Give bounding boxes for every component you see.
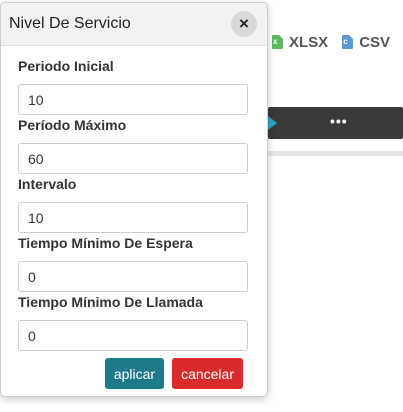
cancel-button[interactable]: cancelar: [172, 358, 243, 389]
page: x XLSX c CSV ••• Nivel De Servicio × Per…: [0, 0, 403, 412]
field-tiempo-minimo-llamada: Tiempo Mínimo De Llamada: [18, 294, 248, 351]
intervalo-label: Intervalo: [18, 176, 77, 192]
dialog-actions: aplicar cancelar: [104, 358, 243, 389]
csv-file-icon: c: [342, 35, 354, 49]
dialog-header: Nivel De Servicio ×: [1, 3, 267, 46]
periodo-maximo-label: Período Máximo: [18, 117, 127, 133]
export-csv-label: CSV: [359, 33, 391, 51]
close-button[interactable]: ×: [231, 11, 257, 37]
periodo-maximo-input[interactable]: [18, 143, 248, 174]
field-periodo-maximo: Período Máximo: [18, 117, 248, 174]
xlsx-file-icon: x: [272, 35, 283, 49]
field-tiempo-minimo-espera: Tiempo Mínimo De Espera: [18, 235, 248, 292]
intervalo-input[interactable]: [18, 202, 248, 233]
field-intervalo: Intervalo: [18, 176, 248, 233]
tiempo-minimo-llamada-input[interactable]: [18, 320, 248, 351]
dialog-title: Nivel De Servicio: [9, 15, 131, 32]
service-level-dialog: Nivel De Servicio × Periodo Inicial Perí…: [0, 2, 268, 397]
periodo-inicial-label: Periodo Inicial: [18, 58, 114, 74]
more-options-button[interactable]: •••: [330, 113, 348, 129]
action-bar: •••: [268, 107, 403, 139]
export-xlsx-label: XLSX: [289, 33, 329, 51]
export-csv-button[interactable]: c CSV: [338, 34, 394, 51]
export-toolbar: x XLSX c CSV: [268, 26, 394, 58]
tiempo-minimo-espera-label: Tiempo Mínimo De Espera: [18, 235, 193, 251]
apply-button[interactable]: aplicar: [104, 358, 165, 389]
periodo-inicial-input[interactable]: [18, 84, 248, 115]
tiempo-minimo-espera-input[interactable]: [18, 261, 248, 292]
field-periodo-inicial: Periodo Inicial: [18, 58, 248, 115]
tiempo-minimo-llamada-label: Tiempo Mínimo De Llamada: [18, 294, 203, 310]
divider: [268, 151, 403, 156]
caret-right-icon: [268, 116, 277, 130]
service-level-form: Periodo Inicial Período Máximo Intervalo…: [18, 58, 248, 353]
export-xlsx-button[interactable]: x XLSX: [268, 34, 332, 51]
